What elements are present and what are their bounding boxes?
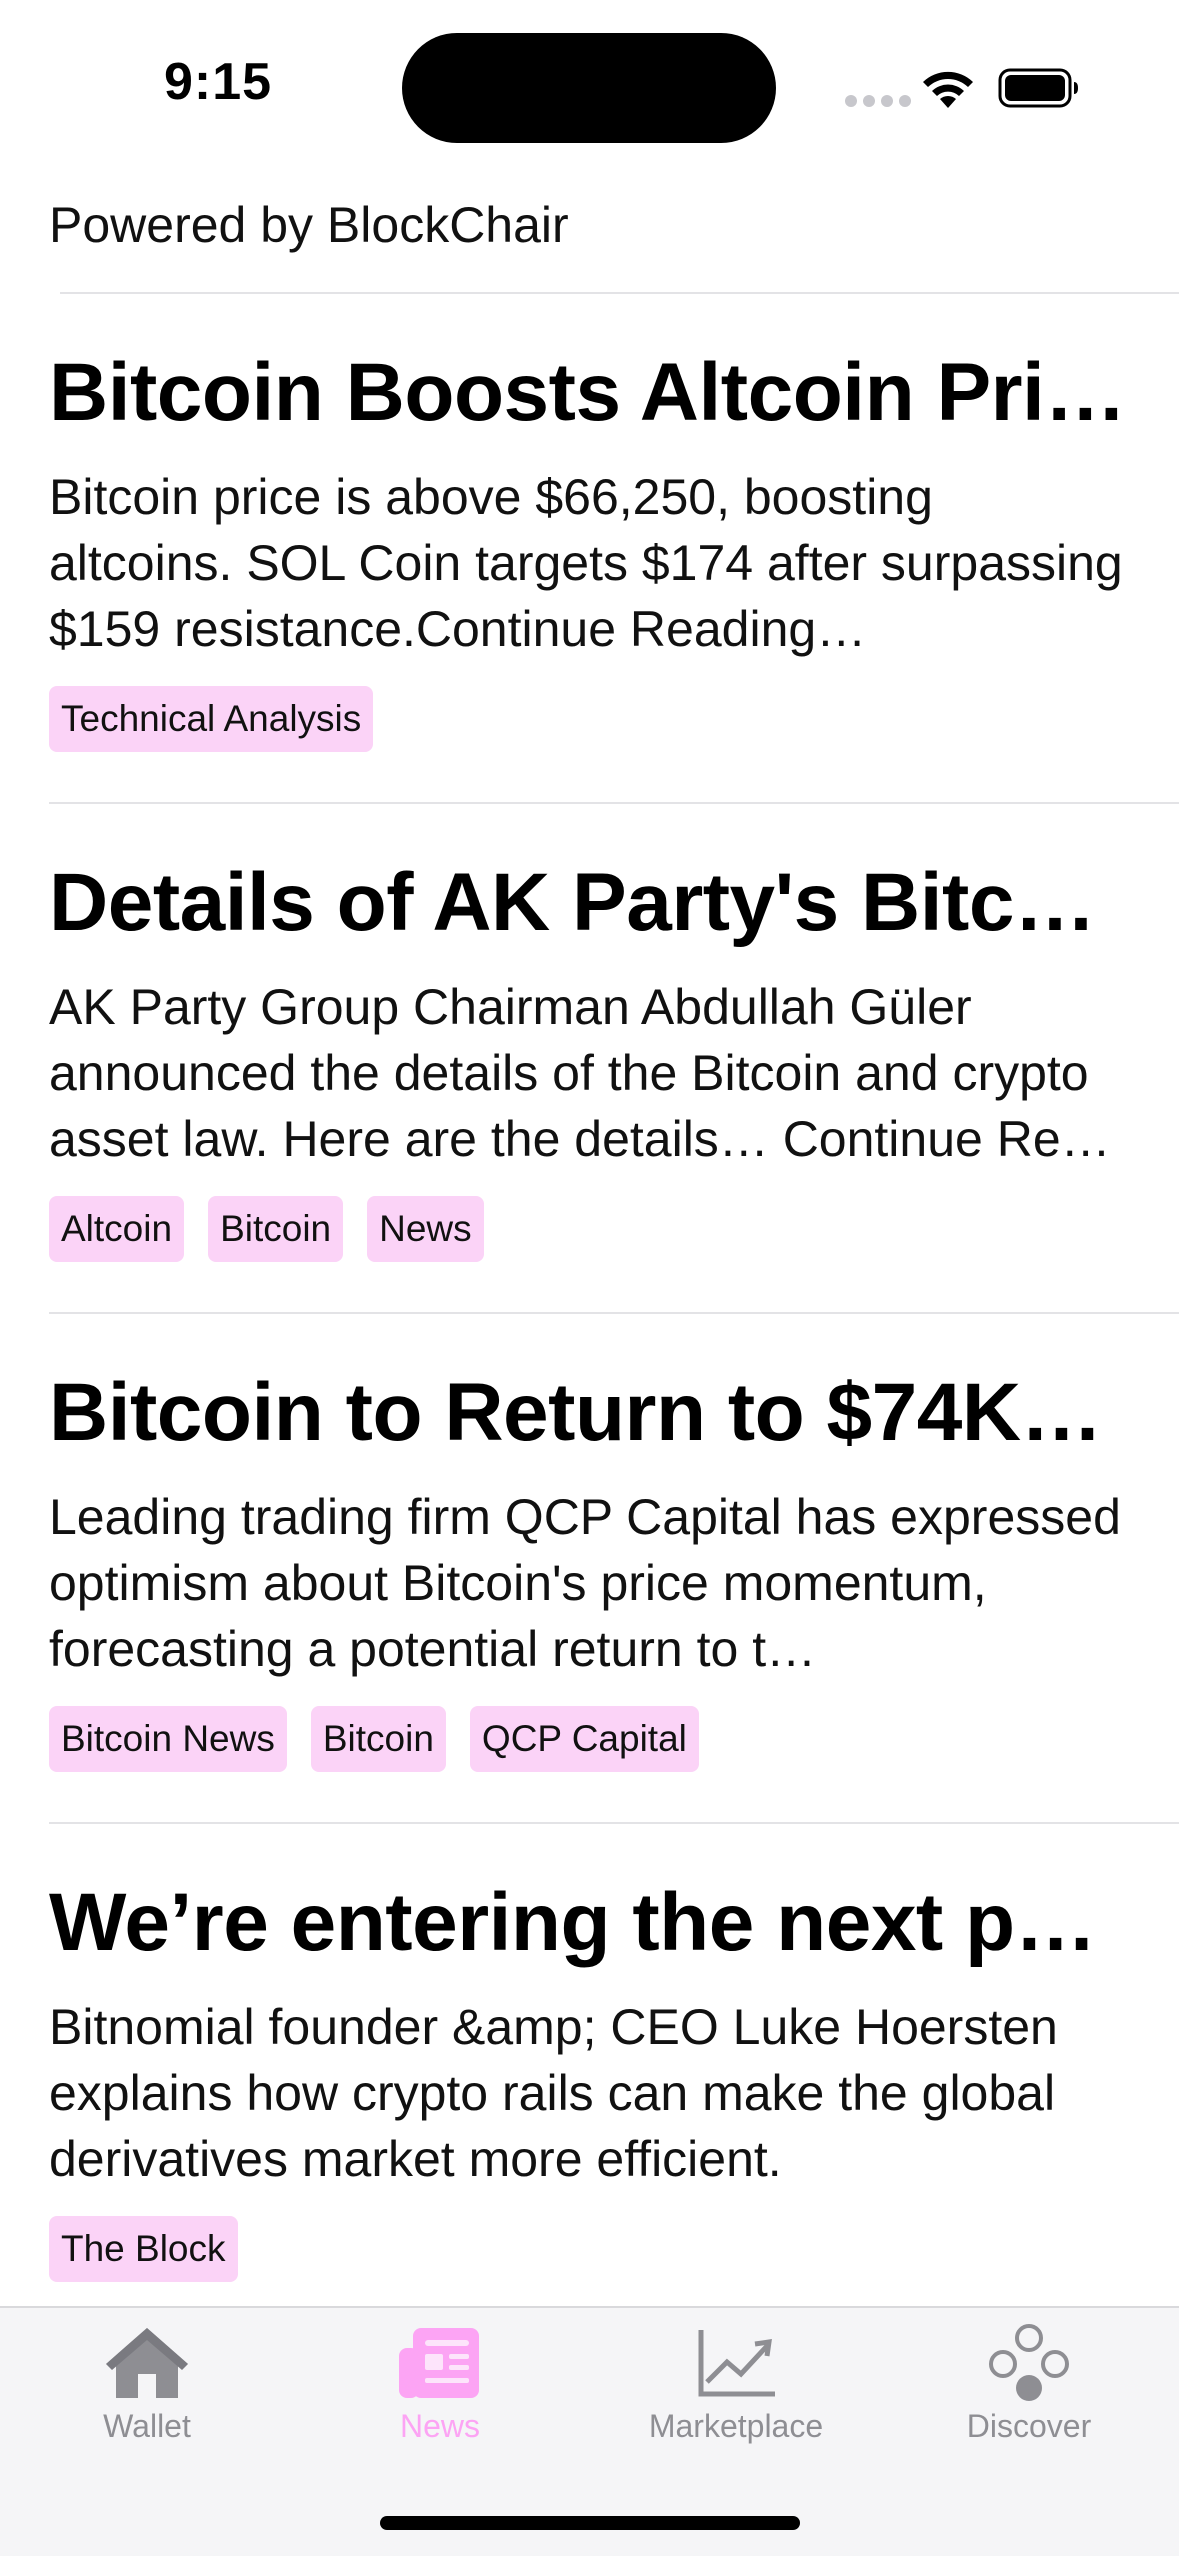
tag-chip[interactable]: News [367,1196,484,1262]
article-title: We’re entering the next ph… [49,1877,1129,1968]
tab-discover[interactable]: Discover [909,2324,1149,2445]
article-description: Leading trading firm QCP Capital has exp… [49,1489,1121,1677]
dynamic-island [402,33,776,143]
status-bar: 9:15 [0,0,1179,170]
tab-label: News [399,2408,480,2444]
tab-label: Marketplace [648,2408,824,2444]
cellular-signal-icon [845,95,911,107]
tag-chip[interactable]: Altcoin [49,1196,185,1262]
article-title: Details of AK Party's Bitco… [49,857,1129,948]
house-icon [106,2328,188,2398]
tag-chip[interactable]: Technical Analysis [49,686,374,752]
wifi-icon [923,71,973,108]
tag-chip[interactable]: The Block [49,2216,238,2282]
tag-chip[interactable]: Bitcoin [208,1196,344,1262]
article-description: AK Party Group Chairman Abdullah Güler a… [49,979,1111,1167]
article-description: Bitcoin price is above $66,250, boosting… [49,469,1123,657]
article-tags: Bitcoin News Bitcoin QCP Capital [49,1706,699,1772]
tab-label: Discover [966,2408,1092,2444]
article-description: Bitnomial founder &amp; CEO Luke Hoerste… [49,1999,1058,2187]
tab-news[interactable]: News [320,2324,560,2445]
article-tags: Altcoin Bitcoin News [49,1196,484,1262]
tab-marketplace[interactable]: Marketplace [616,2324,856,2445]
tab-label: Wallet [103,2408,191,2444]
newspaper-icon [399,2328,479,2398]
chart-line-icon [698,2330,775,2397]
battery-icon [998,68,1078,108]
powered-by-label: Powered by BlockChair [49,197,569,253]
article-title: Bitcoin to Return to $74K… [49,1367,1103,1458]
news-article[interactable]: Bitcoin Boosts Altcoin Pri… Bitcoin pric… [0,294,1179,804]
news-article[interactable]: Bitcoin to Return to $74K… Leading tradi… [0,1314,1179,1824]
news-article[interactable]: Details of AK Party's Bitco… AK Party Gr… [0,804,1179,1314]
article-tags: The Block [49,2216,238,2282]
tab-wallet[interactable]: Wallet [27,2324,267,2445]
tag-chip[interactable]: QCP Capital [469,1706,699,1772]
news-list[interactable]: Bitcoin Boosts Altcoin Pri… Bitcoin pric… [0,294,1179,2334]
status-time: 9:15 [164,53,273,111]
article-title: Bitcoin Boosts Altcoin Pri… [49,347,1126,438]
circles-icon [989,2324,1069,2401]
tag-chip[interactable]: Bitcoin News [49,1706,287,1772]
news-article[interactable]: We’re entering the next ph… Bitnomial fo… [0,1824,1179,2334]
home-indicator [380,2516,800,2530]
tag-chip[interactable]: Bitcoin [310,1706,446,1772]
article-tags: Technical Analysis [49,686,374,752]
